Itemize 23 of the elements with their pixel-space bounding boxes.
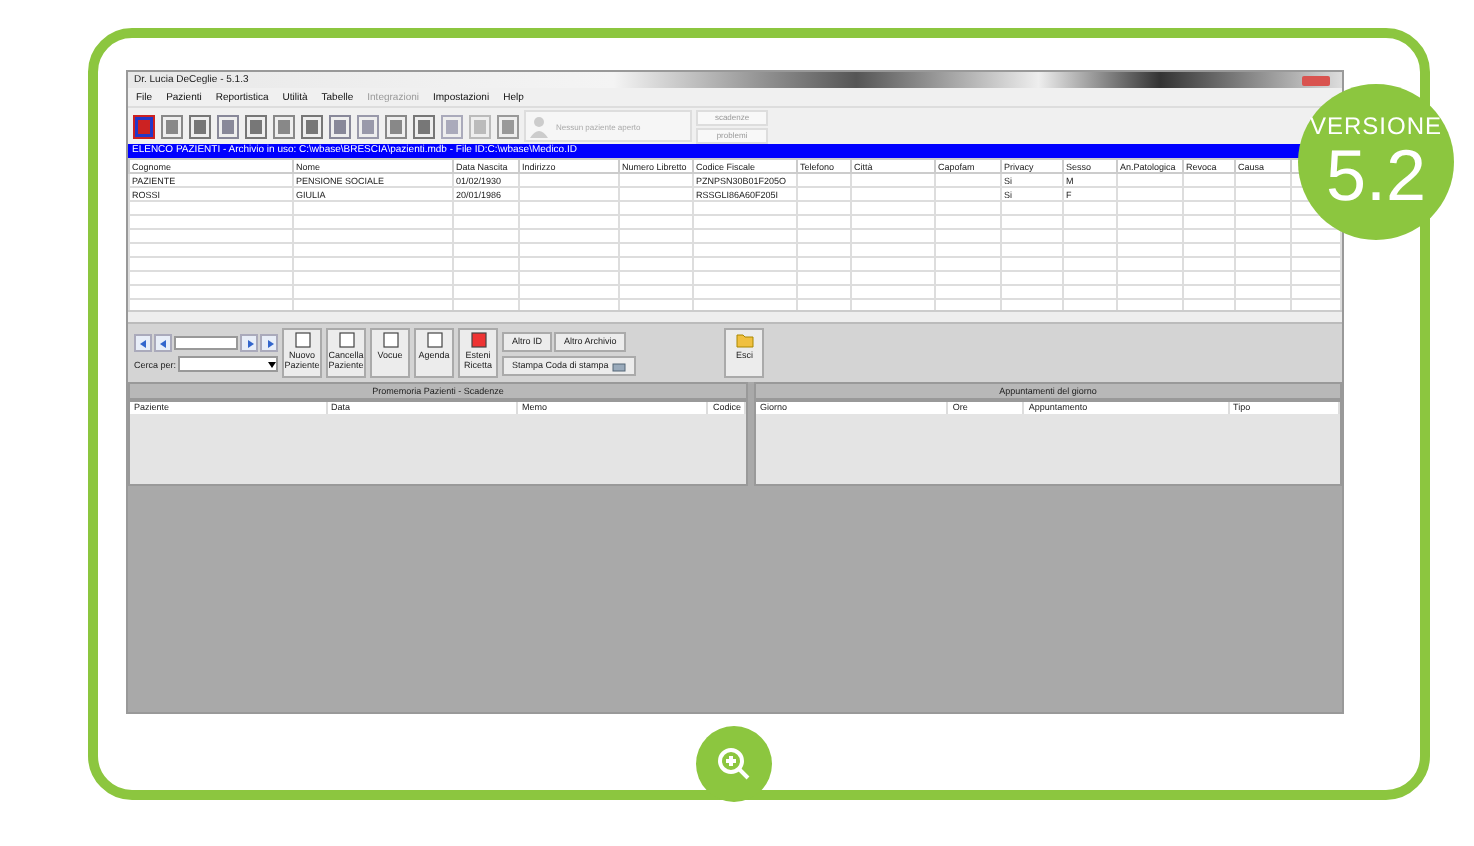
arrow-left-icon	[139, 339, 147, 347]
arrow-right-icon	[265, 339, 273, 347]
toolbar-icon[interactable]	[412, 113, 436, 139]
zoom-in-icon	[716, 746, 752, 782]
person-silhouette-icon	[530, 115, 548, 137]
nav-button[interactable]	[154, 334, 172, 352]
nav-button[interactable]	[240, 334, 258, 352]
record-field[interactable]	[174, 336, 238, 350]
nav-button[interactable]	[260, 334, 278, 352]
search-dropdown[interactable]	[178, 356, 279, 372]
folder-icon	[735, 332, 754, 348]
toolbar-icon[interactable]	[132, 113, 156, 139]
arrow-right-icon	[245, 339, 253, 347]
version-label: VERSIONE	[1309, 112, 1442, 140]
toolbar-icon[interactable]	[244, 113, 268, 139]
horizontal-scrollbar[interactable]	[128, 310, 1342, 322]
toolbar-icon[interactable]	[300, 113, 324, 139]
toolbar-icon[interactable]	[188, 113, 212, 139]
caret-icon	[268, 361, 277, 367]
close-button[interactable]	[1302, 75, 1330, 85]
nav-button[interactable]	[134, 334, 152, 352]
printer-icon	[612, 359, 627, 371]
arrow-left-icon	[159, 339, 167, 347]
